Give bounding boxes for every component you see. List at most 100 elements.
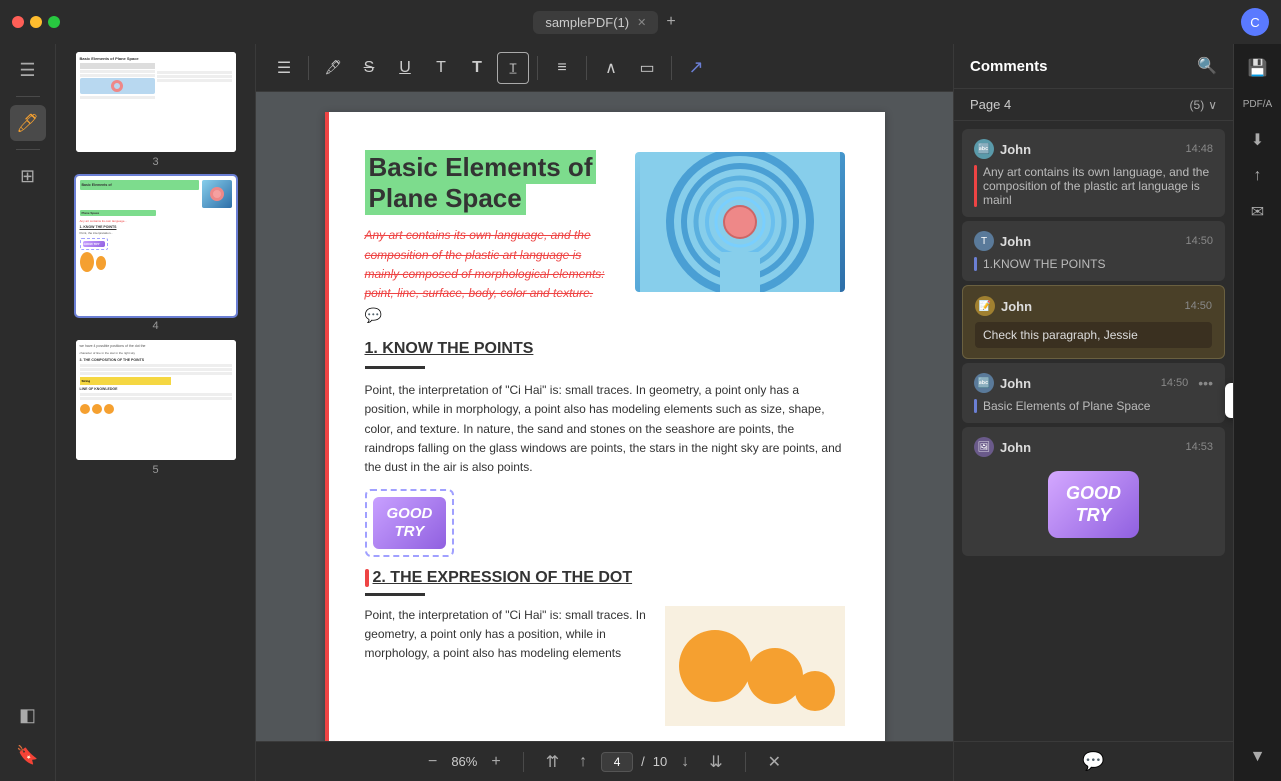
divider2 bbox=[16, 149, 40, 150]
comment-4-ref-bar bbox=[974, 399, 977, 413]
sidebar-icon-pages[interactable]: ☰ bbox=[10, 52, 46, 88]
toolbar-divider-1 bbox=[308, 56, 309, 80]
toolbar: ☰ 🖋 S U T T T̲ ≡ ∧ ▭ ↗ bbox=[256, 44, 953, 92]
toolbar-btn-strikethrough[interactable]: S bbox=[353, 52, 385, 84]
nav-first-button[interactable]: ⇈ bbox=[540, 748, 565, 776]
pdf-subtitle: Any art contains its own language, and t… bbox=[365, 226, 619, 303]
comment-marker-1: 💬 bbox=[365, 307, 619, 324]
minimize-window-button[interactable] bbox=[30, 16, 42, 28]
toolbar-btn-pen[interactable]: 🖋 bbox=[317, 52, 349, 84]
toolbar-btn-text-frame[interactable]: T̲ bbox=[497, 52, 529, 84]
main-content-area: ☰ 🖋 S U T T T̲ ≡ ∧ ▭ ↗ bbox=[256, 44, 953, 781]
sidebar-icon-layers[interactable]: ◧ bbox=[10, 697, 46, 733]
comment-1-time: 14:48 bbox=[1185, 143, 1213, 155]
comment-4-more-icon[interactable]: ••• bbox=[1198, 375, 1213, 391]
comments-title: Comments bbox=[970, 58, 1048, 75]
toolbar-btn-arrow[interactable]: ↗ bbox=[680, 52, 712, 84]
page-divider: / bbox=[641, 754, 645, 769]
bb-divider bbox=[523, 752, 524, 772]
comments-search-icon[interactable]: 🔍 bbox=[1197, 56, 1217, 76]
thumbnail-page-4[interactable]: Basic Elements of Plane Space Any art co… bbox=[64, 176, 247, 332]
pdf-image-col bbox=[635, 152, 845, 324]
ri-download-icon[interactable]: ⬇ bbox=[1242, 124, 1274, 156]
nav-last-button[interactable]: ⇊ bbox=[703, 748, 728, 776]
comment-2-ref: 1.KNOW THE POINTS bbox=[974, 257, 1213, 271]
ri-pdfa-icon[interactable]: PDF/A bbox=[1242, 88, 1274, 120]
toolbar-btn-comment[interactable]: ☰ bbox=[268, 52, 300, 84]
close-button[interactable]: ✕ bbox=[762, 748, 787, 776]
thumbnail-panel: Basic Elements of Plane Space bbox=[56, 44, 256, 781]
comment-item-1[interactable]: 🔤 John 14:48 Any art contains its own la… bbox=[962, 129, 1225, 217]
page-number-4: 4 bbox=[152, 320, 158, 332]
comments-count[interactable]: (5) ∨ bbox=[1190, 98, 1217, 112]
section1-heading: 1. KNOW THE POINTS bbox=[365, 340, 845, 358]
nav-prev-button[interactable]: ↑ bbox=[573, 749, 593, 775]
sidebar-icon-bookmark[interactable]: 🔖 bbox=[10, 737, 46, 773]
toolbar-btn-underline[interactable]: U bbox=[389, 52, 421, 84]
comment-3-avatar: 📝 bbox=[975, 296, 995, 316]
active-tab[interactable]: samplePDF(1) ✕ bbox=[533, 11, 658, 34]
thumbnail-page-5[interactable]: we have 4 possible positions of the dot … bbox=[64, 340, 247, 476]
comment-item-4[interactable]: 🔤 John 14:50 ••• Basic Elements of Plane… bbox=[962, 363, 1225, 423]
toolbar-btn-list[interactable]: ≡ bbox=[546, 52, 578, 84]
toolbar-btn-rect[interactable]: ▭ bbox=[631, 52, 663, 84]
user-avatar[interactable]: C bbox=[1241, 8, 1269, 36]
comment-4-time: 14:50 bbox=[1161, 377, 1189, 389]
comment-5-avatar: 🖼 bbox=[974, 437, 994, 457]
fullscreen-window-button[interactable] bbox=[48, 16, 60, 28]
toolbar-btn-text[interactable]: T bbox=[425, 52, 457, 84]
comment-1-header: 🔤 John 14:48 bbox=[974, 139, 1213, 159]
comments-panel-bottom: 💬 bbox=[954, 741, 1233, 781]
comment-2-body: 1.KNOW THE POINTS bbox=[983, 257, 1105, 271]
page-number-3: 3 bbox=[152, 156, 158, 168]
close-window-button[interactable] bbox=[12, 16, 24, 28]
comment-5-sticker: GOODTRY bbox=[974, 463, 1213, 546]
zoom-out-button[interactable]: − bbox=[422, 749, 443, 775]
tab-title: samplePDF(1) bbox=[545, 15, 629, 30]
sidebar-icon-highlight[interactable]: 🖊 bbox=[10, 105, 46, 141]
comments-list: 🔤 John 14:48 Any art contains its own la… bbox=[954, 121, 1233, 741]
page-number-input[interactable] bbox=[601, 752, 633, 772]
zoom-in-button[interactable]: + bbox=[485, 749, 506, 775]
comment-item-5[interactable]: 🖼 John 14:53 GOODTRY bbox=[962, 427, 1225, 556]
comment-3-time: 14:50 bbox=[1184, 300, 1212, 312]
pdf-title-highlight: Basic Elements of bbox=[365, 150, 597, 184]
tab-add-button[interactable]: + bbox=[666, 13, 675, 31]
toolbar-btn-text-bold[interactable]: T bbox=[461, 52, 493, 84]
page-left-marker bbox=[325, 112, 329, 741]
comment-4-header: 🔤 John 14:50 ••• bbox=[974, 373, 1213, 393]
title-line1: Basic Elements of bbox=[369, 152, 593, 182]
section2: 2. THE EXPRESSION OF THE DOT Point, the … bbox=[365, 569, 845, 731]
page-number-5: 5 bbox=[152, 464, 158, 476]
comment-3-body: Check this paragraph, Jessie bbox=[975, 322, 1212, 348]
pdf-title-row: Basic Elements of Plane Space Any art co… bbox=[365, 152, 845, 324]
ri-email-icon[interactable]: ✉ bbox=[1242, 196, 1274, 228]
nav-next-button[interactable]: ↓ bbox=[675, 749, 695, 775]
comment-4-body: Basic Elements of Plane Space bbox=[983, 399, 1150, 413]
pdf-area: Basic Elements of Plane Space Any art co… bbox=[256, 92, 953, 781]
ri-expand-icon[interactable]: ▼ bbox=[1242, 741, 1274, 773]
app-body: ☰ 🖊 ⊞ ◧ 🔖 Basic Elements of Plane Space bbox=[0, 44, 1281, 781]
comment-item-3[interactable]: 📝 John 14:50 Check this paragraph, Jessi… bbox=[962, 285, 1225, 359]
thumbnail-page-3[interactable]: Basic Elements of Plane Space bbox=[64, 52, 247, 168]
comment-5-header: 🖼 John 14:53 bbox=[974, 437, 1213, 457]
zoom-label: 86% bbox=[451, 754, 477, 769]
comment-item-2[interactable]: T John 14:50 1.KNOW THE POINTS bbox=[962, 221, 1225, 281]
comment-1-body: Any art contains its own language, and t… bbox=[983, 165, 1213, 207]
add-comment-icon[interactable]: 💬 bbox=[1082, 751, 1104, 772]
title-line2: Plane Space bbox=[369, 183, 522, 213]
section2-rule bbox=[365, 593, 425, 596]
pdf-image bbox=[635, 152, 845, 292]
tab-close-icon[interactable]: ✕ bbox=[637, 16, 646, 29]
comments-header: Comments 🔍 bbox=[954, 44, 1233, 89]
section2-heading: 2. THE EXPRESSION OF THE DOT bbox=[373, 569, 633, 587]
delete-button[interactable]: Delete bbox=[1225, 387, 1233, 414]
section2-heading-row: 2. THE EXPRESSION OF THE DOT bbox=[365, 569, 845, 587]
toolbar-btn-shape[interactable]: ∧ bbox=[595, 52, 627, 84]
tab-area: samplePDF(1) ✕ + bbox=[68, 11, 1141, 34]
pdf-title-col: Basic Elements of Plane Space Any art co… bbox=[365, 152, 619, 324]
ri-save-icon[interactable]: 💾 bbox=[1242, 52, 1274, 84]
section1-body: Point, the interpretation of "Ci Hai" is… bbox=[365, 381, 845, 477]
ri-share-icon[interactable]: ↑ bbox=[1242, 160, 1274, 192]
sidebar-icon-annotation[interactable]: ⊞ bbox=[10, 158, 46, 194]
